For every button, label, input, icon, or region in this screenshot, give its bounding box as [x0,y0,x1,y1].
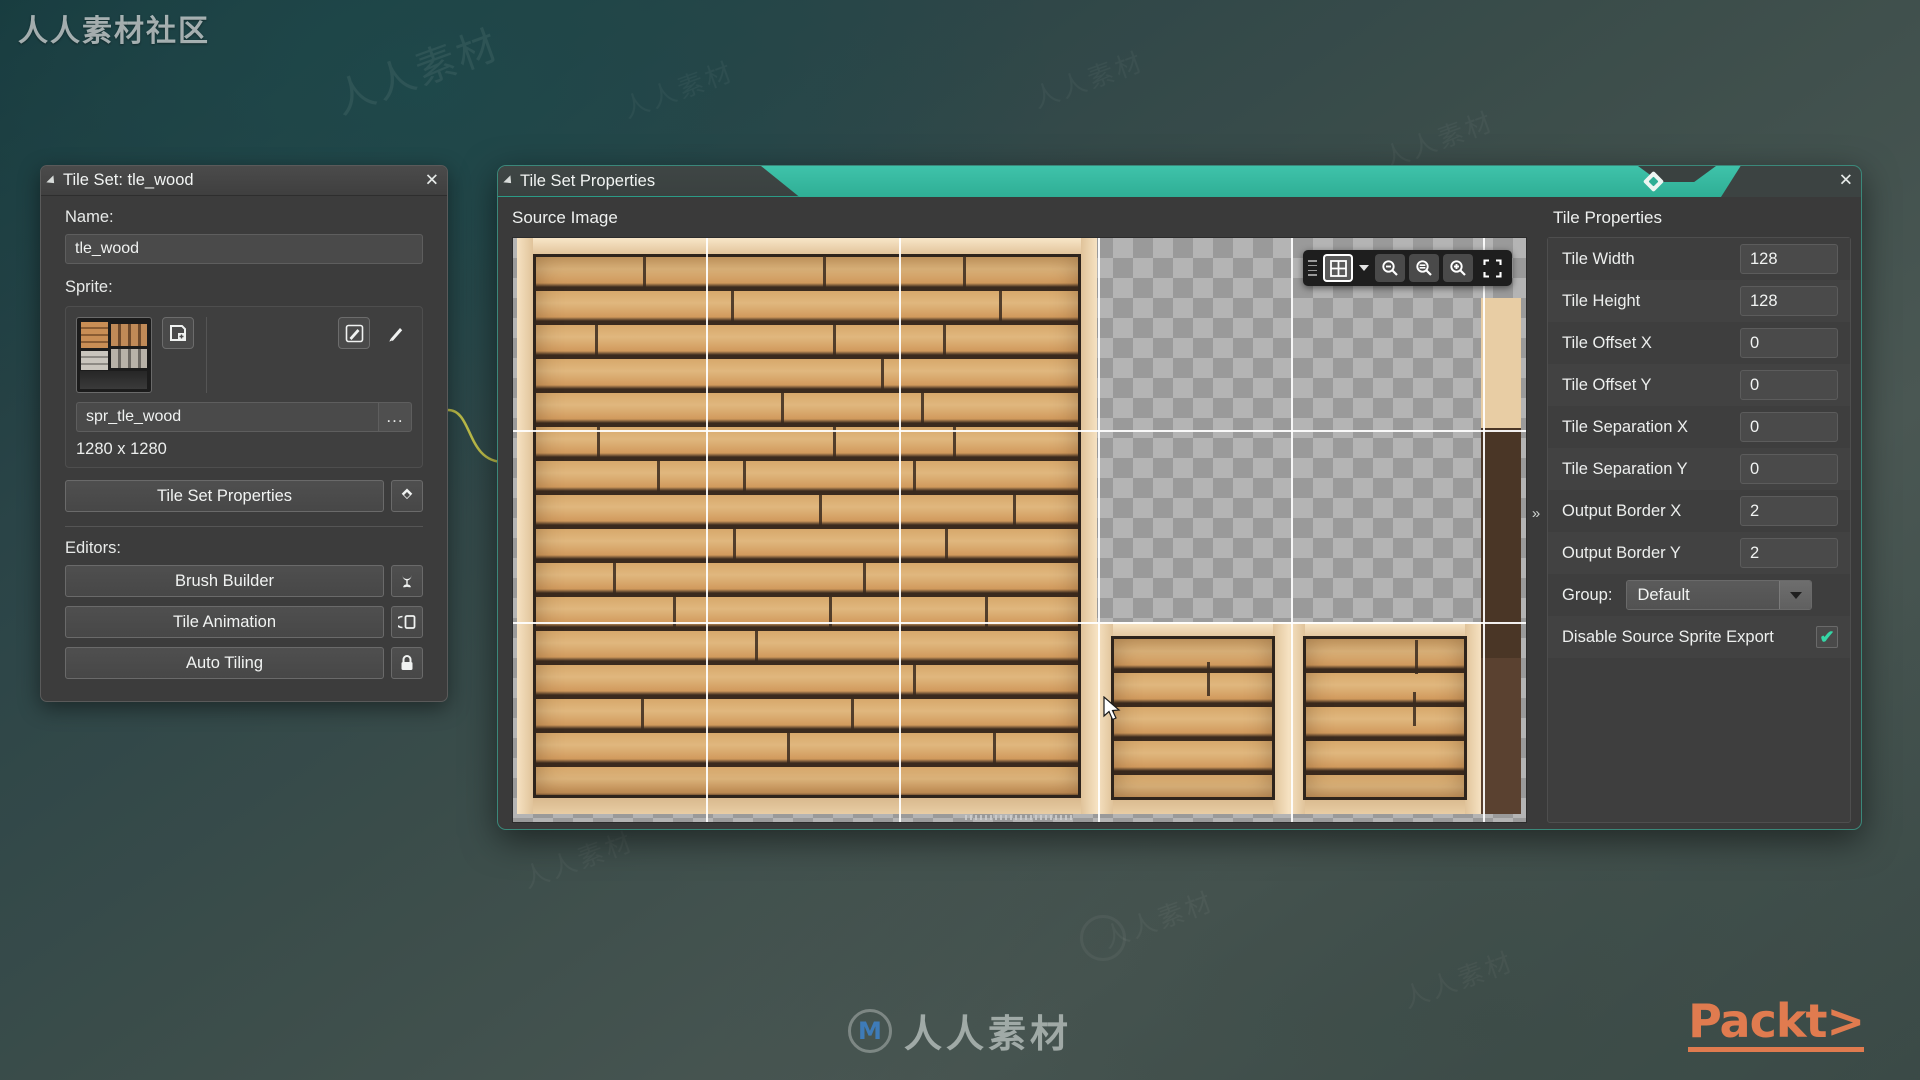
sprite-box: spr_tle_wood ... 1280 x 1280 [65,306,423,468]
tile-separation-y-input[interactable]: 0 [1740,454,1838,484]
canvas-resize-handle[interactable] [964,815,1075,820]
tileset-artwork-right-strip [1481,238,1521,814]
edit-sprite-icon[interactable] [338,317,370,349]
table-row: Group: Default [1548,574,1850,616]
new-sprite-icon[interactable] [162,317,194,349]
sprite-label: Sprite: [65,278,113,296]
paintbrush-icon[interactable] [380,317,412,349]
bottom-watermark-text: 人人素材 [903,1012,1073,1056]
lock-icon[interactable] [391,647,423,679]
tsp-window-title: Tile Set Properties [520,171,656,190]
sprite-thumbnail[interactable] [76,317,152,393]
caret-down-icon[interactable] [1779,581,1812,609]
bg-watermark: 人人素材 [617,51,739,125]
tile-animation-button[interactable]: Tile Animation [65,606,384,638]
tsp-titlebar[interactable]: Tile Set Properties ✕ [498,166,1861,197]
sprite-name-input[interactable]: spr_tle_wood [76,402,378,432]
tileset-panel-title: Tile Set: tle_wood [63,171,194,189]
tileset-artwork-door-1 [1097,622,1289,814]
output-border-x-input[interactable]: 2 [1740,496,1838,526]
tile-properties-column: Tile Properties Tile Width 128 Tile Heig… [1545,203,1855,823]
prop-label: Tile Width [1562,249,1635,268]
table-row: Tile Separation X 0 [1548,406,1850,448]
zoom-in-icon[interactable] [1443,254,1473,282]
browse-sprite-button[interactable]: ... [378,402,412,432]
prop-label: Tile Separation X [1562,417,1688,436]
tile-set-properties-button[interactable]: Tile Set Properties [65,480,384,512]
animation-frames-icon[interactable] [391,606,423,638]
prop-label: Tile Height [1562,291,1641,310]
source-image-label: Source Image [512,208,618,227]
bottom-watermark: M 人人素材 [847,1003,1073,1058]
tile-separation-x-input[interactable]: 0 [1740,412,1838,442]
diamond-icon[interactable] [391,480,423,512]
prop-label: Tile Offset X [1562,333,1652,352]
table-row: Tile Height 128 [1548,280,1850,322]
table-row: Tile Separation Y 0 [1548,448,1850,490]
table-row: Output Border X 2 [1548,490,1850,532]
bg-watermark: 人人素材 [517,821,639,895]
source-image-canvas[interactable] [512,237,1527,823]
tile-properties-title: Tile Properties [1553,208,1662,227]
disable-source-sprite-export-label: Disable Source Sprite Export [1562,627,1774,646]
tile-offset-x-input[interactable]: 0 [1740,328,1838,358]
output-border-y-input[interactable]: 2 [1740,538,1838,568]
disable-source-sprite-export-checkbox[interactable]: ✔ [1816,626,1838,648]
name-input[interactable]: tle_wood [65,234,423,264]
sprite-dimensions: 1280 x 1280 [76,440,167,458]
chevron-right-double-icon[interactable]: » [1527,203,1545,823]
tile-properties-list: Tile Width 128 Tile Height 128 Tile Offs… [1547,237,1851,823]
grid-icon[interactable] [1323,254,1353,282]
background-brand-watermark: 人人素材社区 [18,14,210,49]
collapse-triangle-icon[interactable] [503,175,515,187]
table-row: Disable Source Sprite Export ✔ [1548,616,1850,658]
packt-logo: Packt> [1688,996,1865,1052]
canvas-toolbar [1303,250,1512,286]
close-icon[interactable]: ✕ [425,172,439,189]
tileset-artwork [517,238,1097,814]
bg-watermark: 人人素材 [328,21,507,124]
group-select[interactable]: Default [1626,580,1813,610]
bottom-watermark-logo: M [847,1008,892,1053]
zoom-out-icon[interactable] [1375,254,1405,282]
table-row: Tile Offset Y 0 [1548,364,1850,406]
close-icon[interactable]: ✕ [1839,172,1853,190]
name-label: Name: [65,208,114,226]
auto-tiling-button[interactable]: Auto Tiling [65,647,384,679]
table-row: Tile Width 128 [1548,238,1850,280]
bg-watermark: 人人素材 [1097,881,1219,955]
tileset-panel: Tile Set: tle_wood ✕ Name: tle_wood Spri… [40,165,448,702]
bg-watermark: 人人素材 [1397,941,1519,1015]
tile-set-properties-window: Tile Set Properties ✕ Source Image » Til… [497,165,1862,830]
zoom-reset-icon[interactable] [1409,254,1439,282]
prop-label: Tile Separation Y [1562,459,1688,478]
caret-down-icon[interactable] [1359,265,1369,271]
tile-offset-y-input[interactable]: 0 [1740,370,1838,400]
tulip-brush-icon[interactable] [391,565,423,597]
fit-to-screen-icon[interactable] [1477,254,1507,282]
table-row: Output Border Y 2 [1548,532,1850,574]
group-label: Group: [1562,585,1613,604]
tileset-artwork-door-2 [1289,622,1481,814]
prop-label: Output Border X [1562,501,1682,520]
bg-watermark: 人人素材 [1027,41,1149,115]
brush-builder-button[interactable]: Brush Builder [65,565,384,597]
tile-width-input[interactable]: 128 [1740,244,1838,274]
toolbar-drag-grip[interactable] [1308,258,1317,278]
prop-label: Tile Offset Y [1562,375,1652,394]
tileset-panel-titlebar[interactable]: Tile Set: tle_wood ✕ [41,166,447,196]
tile-height-input[interactable]: 128 [1740,286,1838,316]
source-image-column: Source Image [504,203,1527,823]
group-select-value: Default [1627,581,1780,609]
prop-label: Output Border Y [1562,543,1681,562]
editors-label: Editors: [65,539,121,557]
bg-ring-decor [1080,915,1126,961]
table-row: Tile Offset X 0 [1548,322,1850,364]
collapse-triangle-icon[interactable] [46,174,58,187]
